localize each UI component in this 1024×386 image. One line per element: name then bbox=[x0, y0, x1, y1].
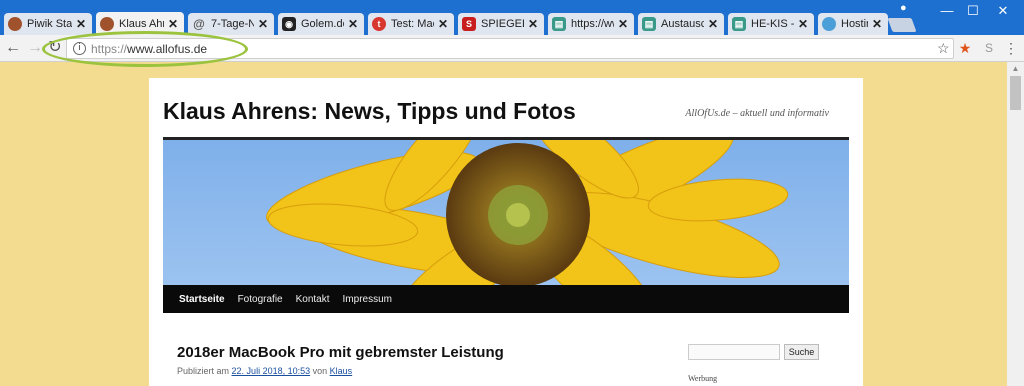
close-icon[interactable]: ✕ bbox=[258, 17, 268, 31]
tab-label: Piwik Statis bbox=[27, 18, 72, 30]
close-icon[interactable]: ✕ bbox=[168, 17, 178, 31]
test-icon: t bbox=[372, 17, 386, 31]
tab-he-kis[interactable]: ▤ HE-KIS - Pr ✕ bbox=[728, 13, 814, 35]
tab-label: Test: MacBo bbox=[391, 18, 434, 30]
main-nav: Startseite Fotografie Kontakt Impressum bbox=[163, 285, 849, 313]
close-window-button[interactable]: ✕ bbox=[988, 2, 1018, 20]
piwik-icon bbox=[100, 17, 114, 31]
sunflower-banner[interactable] bbox=[163, 140, 849, 285]
site-page: Klaus Ahrens: News, Tipps und Fotos AllO… bbox=[149, 78, 863, 386]
tab-austausch[interactable]: ▤ Austausch ✕ bbox=[638, 13, 724, 35]
close-icon[interactable]: ✕ bbox=[708, 17, 718, 31]
new-tab-button[interactable] bbox=[887, 18, 917, 32]
skype-icon[interactable]: S bbox=[980, 39, 998, 57]
post-date-link[interactable]: 22. Juli 2018, 10:53 bbox=[232, 366, 311, 376]
nav-fotografie[interactable]: Fotografie bbox=[238, 294, 283, 305]
close-icon[interactable]: ✕ bbox=[618, 17, 628, 31]
post-meta: Publiziert am 22. Juli 2018, 10:53 von K… bbox=[177, 366, 352, 376]
post-author-link[interactable]: Klaus bbox=[330, 366, 353, 376]
widget-title: Werbung bbox=[688, 374, 718, 383]
back-icon[interactable]: ← bbox=[4, 39, 22, 57]
tab-test-macbook[interactable]: t Test: MacBo ✕ bbox=[368, 13, 454, 35]
hosting-icon bbox=[822, 17, 836, 31]
tab-label: 7-Tage-New bbox=[211, 18, 254, 30]
piwik-icon bbox=[8, 17, 22, 31]
tab-label: Klaus Ahren bbox=[119, 18, 164, 30]
tab-label: HE-KIS - Pr bbox=[751, 18, 794, 30]
site-title[interactable]: Klaus Ahrens: News, Tipps und Fotos bbox=[163, 98, 576, 125]
meta-by: von bbox=[312, 366, 328, 376]
scroll-thumb[interactable] bbox=[1010, 76, 1021, 110]
bookmark-star-icon[interactable]: ☆ bbox=[937, 40, 950, 57]
tab-spiegel[interactable]: S SPIEGEL ON ✕ bbox=[458, 13, 544, 35]
tab-label: SPIEGEL ON bbox=[481, 18, 524, 30]
menu-icon[interactable]: ⋮ bbox=[1002, 39, 1020, 57]
page-scrollbar[interactable]: ▲ bbox=[1007, 62, 1024, 386]
tab-label: Golem.de: I bbox=[301, 18, 344, 30]
at-icon: @ bbox=[193, 17, 205, 31]
page-icon: ▤ bbox=[732, 17, 746, 31]
extension-star-icon[interactable]: ★ bbox=[956, 39, 974, 57]
search-input[interactable] bbox=[688, 344, 780, 360]
tab-https[interactable]: ▤ https://ww ✕ bbox=[548, 13, 634, 35]
nav-startseite[interactable]: Startseite bbox=[179, 294, 225, 305]
tab-strip: Piwik Statis ✕ Klaus Ahren ✕ @ 7-Tage-Ne… bbox=[0, 0, 1024, 36]
close-icon[interactable]: ✕ bbox=[528, 17, 538, 31]
highlight-ellipse bbox=[42, 31, 248, 67]
spiegel-icon: S bbox=[462, 17, 476, 31]
site-description: AllOfUs.de – aktuell und informativ bbox=[685, 108, 829, 119]
close-icon[interactable]: ✕ bbox=[348, 17, 358, 31]
close-icon[interactable]: ✕ bbox=[438, 17, 448, 31]
golem-icon: ◉ bbox=[282, 17, 296, 31]
tab-piwik[interactable]: Piwik Statis ✕ bbox=[4, 13, 92, 35]
page-icon: ▤ bbox=[552, 17, 566, 31]
scroll-up-icon[interactable]: ▲ bbox=[1007, 62, 1024, 76]
nav-impressum[interactable]: Impressum bbox=[343, 294, 392, 305]
tab-label: Austausch bbox=[661, 18, 704, 30]
post-title[interactable]: 2018er MacBook Pro mit gebremster Leistu… bbox=[177, 344, 504, 361]
search-button[interactable]: Suche bbox=[784, 344, 819, 360]
tab-golem[interactable]: ◉ Golem.de: I ✕ bbox=[278, 13, 364, 35]
close-icon[interactable]: ✕ bbox=[76, 17, 86, 31]
page-icon: ▤ bbox=[642, 17, 656, 31]
maximize-button[interactable]: ☐ bbox=[958, 2, 988, 20]
nav-kontakt[interactable]: Kontakt bbox=[296, 294, 330, 305]
tab-label: https://ww bbox=[571, 18, 614, 30]
tab-7-tage-news[interactable]: @ 7-Tage-New ✕ bbox=[188, 13, 274, 35]
tab-hosting[interactable]: Hosting-Ein ✕ bbox=[818, 13, 888, 35]
tab-label: Hosting-Ein bbox=[841, 18, 868, 30]
sunflower-image bbox=[266, 140, 789, 285]
close-icon[interactable]: ✕ bbox=[798, 17, 808, 31]
meta-prefix: Publiziert am bbox=[177, 366, 230, 376]
close-icon[interactable]: ✕ bbox=[872, 17, 882, 31]
profile-icon[interactable]: ● bbox=[900, 2, 912, 14]
